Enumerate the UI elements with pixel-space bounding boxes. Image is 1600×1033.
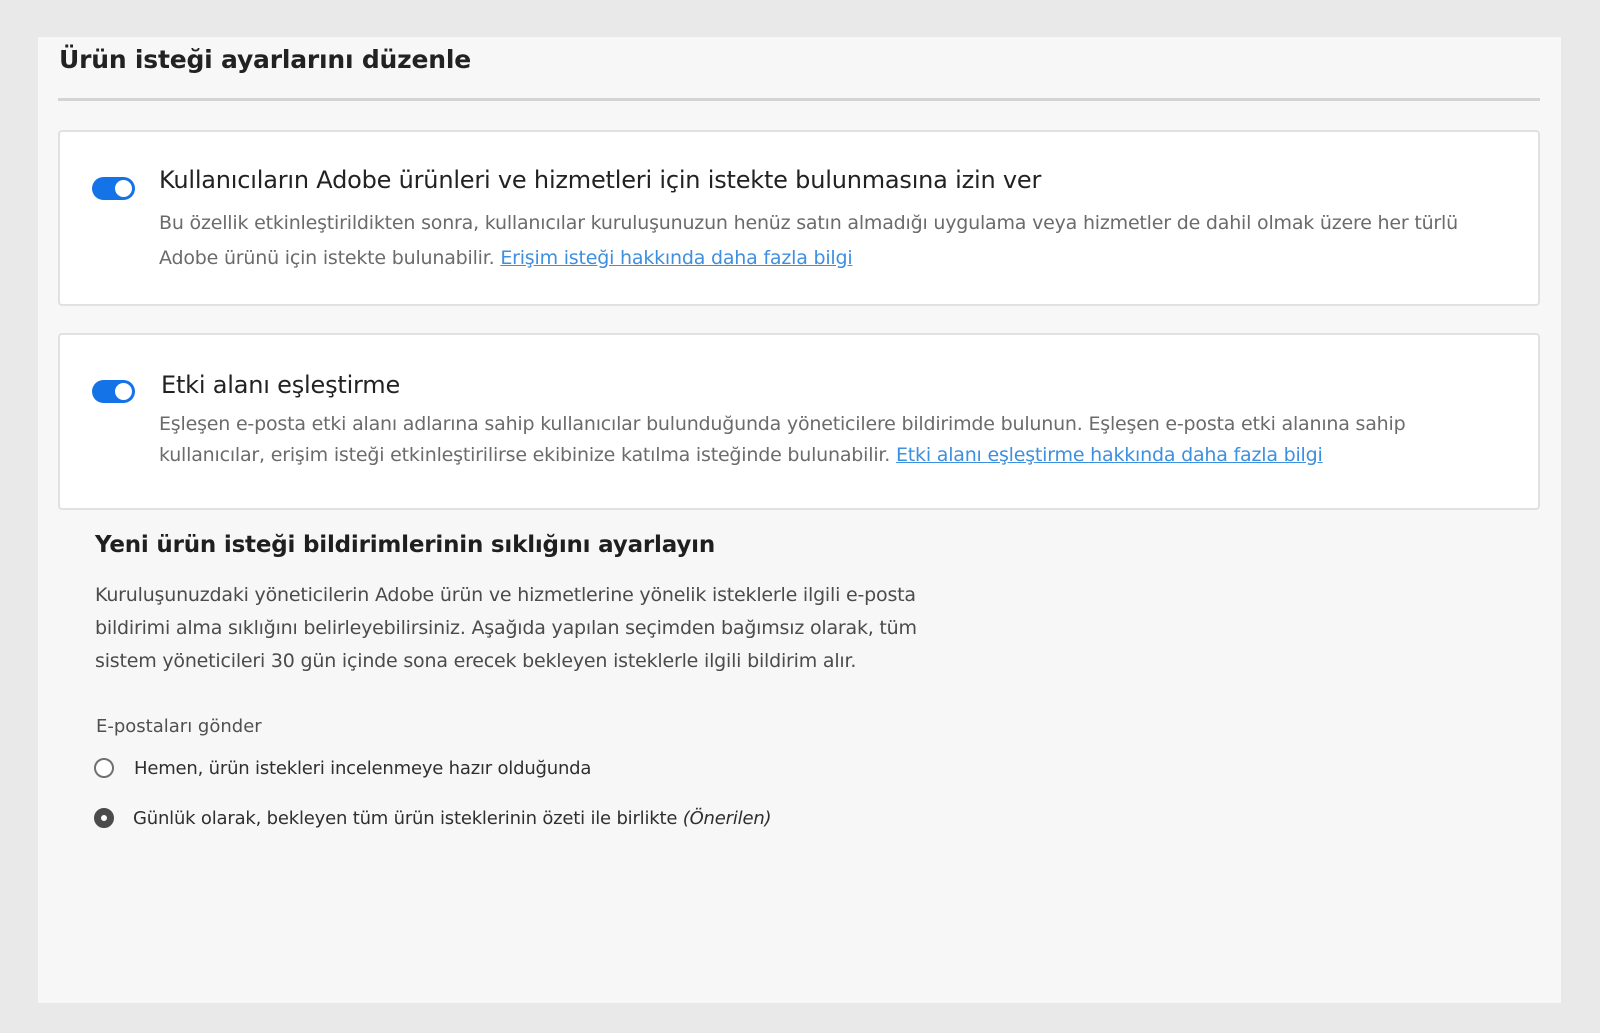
- domain-matching-description: Eşleşen e-posta etki alanı adlarına sahi…: [159, 409, 1499, 471]
- domain-matching-toggle[interactable]: [92, 380, 135, 403]
- access-request-toggle[interactable]: [92, 177, 135, 200]
- domain-matching-learn-more-link[interactable]: Etki alanı eşleştirme hakkında daha fazl…: [896, 444, 1323, 466]
- radio-option-immediately[interactable]: Hemen, ürün istekleri incelenmeye hazır …: [94, 754, 591, 782]
- settings-panel: Ürün isteği ayarlarını düzenle Kullanıcı…: [38, 37, 1561, 1003]
- access-request-title: Kullanıcıların Adobe ürünleri ve hizmetl…: [159, 166, 1042, 194]
- radio-checked-icon[interactable]: [94, 808, 114, 828]
- send-emails-label: E-postaları gönder: [96, 716, 262, 737]
- radio-option-daily[interactable]: Günlük olarak, bekleyen tüm ürün istekle…: [94, 804, 772, 832]
- notification-frequency-description: Kuruluşunuzdaki yöneticilerin Adobe ürün…: [95, 584, 917, 672]
- page-title: Ürün isteği ayarlarını düzenle: [59, 45, 471, 74]
- toggle-knob: [115, 180, 132, 197]
- radio-option-label: Hemen, ürün istekleri incelenmeye hazır …: [134, 757, 592, 779]
- access-request-description: Bu özellik etkinleştirildikten sonra, ku…: [159, 206, 1499, 276]
- access-request-card: Kullanıcıların Adobe ürünleri ve hizmetl…: [58, 130, 1540, 306]
- recommended-tag: (Önerilen): [682, 807, 772, 829]
- radio-unchecked-icon[interactable]: [94, 758, 114, 778]
- title-divider: [58, 98, 1540, 101]
- radio-option-label: Günlük olarak, bekleyen tüm ürün istekle…: [133, 807, 772, 829]
- access-request-learn-more-link[interactable]: Erişim isteği hakkında daha fazla bilgi: [500, 247, 852, 269]
- notification-frequency-title: Yeni ürün isteği bildirimlerinin sıklığı…: [95, 532, 715, 558]
- domain-matching-card: Etki alanı eşleştirme Eşleşen e-posta et…: [58, 333, 1540, 510]
- toggle-knob: [115, 383, 132, 400]
- domain-matching-title: Etki alanı eşleştirme: [161, 371, 401, 399]
